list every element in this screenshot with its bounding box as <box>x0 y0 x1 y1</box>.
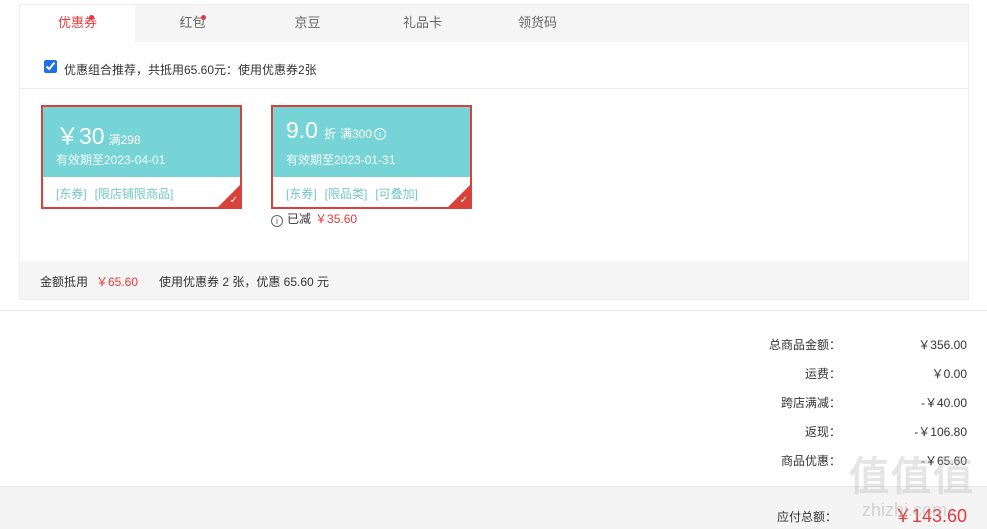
tab-red-packet[interactable]: 红包 <box>135 5 250 42</box>
coupon-amount: 9.0 折满300 i <box>286 117 387 144</box>
coupon-tag: [东券] <box>286 187 317 201</box>
combo-checkbox[interactable] <box>44 60 57 73</box>
watermark-logo: 值值值 <box>849 455 975 499</box>
coupon-tag: [限品类] <box>324 187 368 201</box>
coupon-unit: 折 <box>323 127 336 141</box>
coupon-amount: ￥30 满298 <box>56 117 141 151</box>
totals-value: ￥0.00 <box>931 367 967 381</box>
coupon-summary-bar: 金额抵用 ￥65.60 使用优惠券 2 张，优惠 65.60 元 <box>20 261 968 299</box>
totals-label: 商品优惠： <box>780 454 841 468</box>
coupon-card[interactable]: ￥30 满298 有效期至2023-04-01 [东券] [限店铺限商品] ✓ <box>41 105 242 209</box>
totals-label: 跨店满减： <box>780 396 841 410</box>
coupon-panel: 优惠券 红包 京豆 礼品卡 领货码 优惠组合推荐，共抵用65.60元：使用优惠券… <box>19 4 969 300</box>
summary-label: 金额抵用 <box>40 275 89 289</box>
totals-value: -￥40.00 <box>920 396 967 410</box>
coupon-card-header: 9.0 折满300 i 有效期至2023-01-31 <box>273 107 470 177</box>
summary-description: 使用优惠券 2 张，优惠 65.60 元 <box>159 275 330 289</box>
info-icon[interactable]: i <box>271 215 283 227</box>
check-icon: ✓ <box>229 195 238 206</box>
tab-jingdou[interactable]: 京豆 <box>250 5 365 42</box>
coupon-condition: 满300 <box>340 127 373 141</box>
summary-amount: ￥65.60 <box>96 275 139 289</box>
notification-dot-icon <box>89 15 94 20</box>
tab-gift-card[interactable]: 礼品卡 <box>365 5 480 42</box>
coupon-tags: [东券] [限品类] [可叠加] <box>286 185 426 202</box>
coupon-condition: 满298 <box>108 133 141 147</box>
totals-row: 总商品金额： ￥356.00 <box>747 334 967 363</box>
totals-value: ￥356.00 <box>918 338 967 352</box>
tab-bar: 优惠券 红包 京豆 礼品卡 领货码 <box>20 5 968 43</box>
totals-label: 运费： <box>804 367 841 381</box>
totals-label: 返现： <box>804 425 841 439</box>
coupon-tag: [东券] <box>56 187 87 201</box>
info-icon[interactable]: i <box>374 128 387 140</box>
totals-row: 跨店满减： -￥40.00 <box>747 392 967 421</box>
payable-bar: 应付总额： ￥143.60 <box>0 486 987 529</box>
reduced-value: ￥35.60 <box>315 212 358 226</box>
coupon-card-header: ￥30 满298 有效期至2023-04-01 <box>43 107 240 177</box>
combo-text: 优惠组合推荐，共抵用65.60元：使用优惠券2张 <box>64 63 317 77</box>
coupon-value: ￥30 <box>56 123 105 149</box>
coupon-validity: 有效期至2023-01-31 <box>286 153 396 167</box>
coupon-validity: 有效期至2023-04-01 <box>56 153 166 167</box>
totals-row: 运费： ￥0.00 <box>747 363 967 392</box>
payable-label: 应付总额： <box>776 510 837 524</box>
totals-value: -￥106.80 <box>914 425 967 439</box>
reduced-note: i 已减 ￥35.60 <box>271 210 357 227</box>
tab-coupons[interactable]: 优惠券 <box>20 5 135 43</box>
totals-label: 总商品金额： <box>768 338 841 352</box>
coupon-tag: [限店铺限商品] <box>94 187 174 201</box>
coupon-value: 9.0 <box>286 117 318 143</box>
coupon-tags: [东券] [限店铺限商品] <box>56 185 181 202</box>
check-icon: ✓ <box>459 195 468 206</box>
reduced-label: 已减 <box>287 212 312 226</box>
notification-dot-icon <box>201 15 206 20</box>
coupon-tag: [可叠加] <box>375 187 419 201</box>
tab-label: 领货码 <box>517 15 557 30</box>
coupon-card[interactable]: 9.0 折满300 i 有效期至2023-01-31 [东券] [限品类] [可叠加] … <box>271 105 472 209</box>
watermark-site: zhizhi.com <box>861 500 947 520</box>
tab-pickup-code[interactable]: 领货码 <box>480 5 595 42</box>
tab-label: 礼品卡 <box>402 15 442 30</box>
section-divider <box>0 310 987 311</box>
combo-recommendation-row: 优惠组合推荐，共抵用65.60元：使用优惠券2张 <box>20 43 968 89</box>
tab-label: 京豆 <box>294 15 321 30</box>
